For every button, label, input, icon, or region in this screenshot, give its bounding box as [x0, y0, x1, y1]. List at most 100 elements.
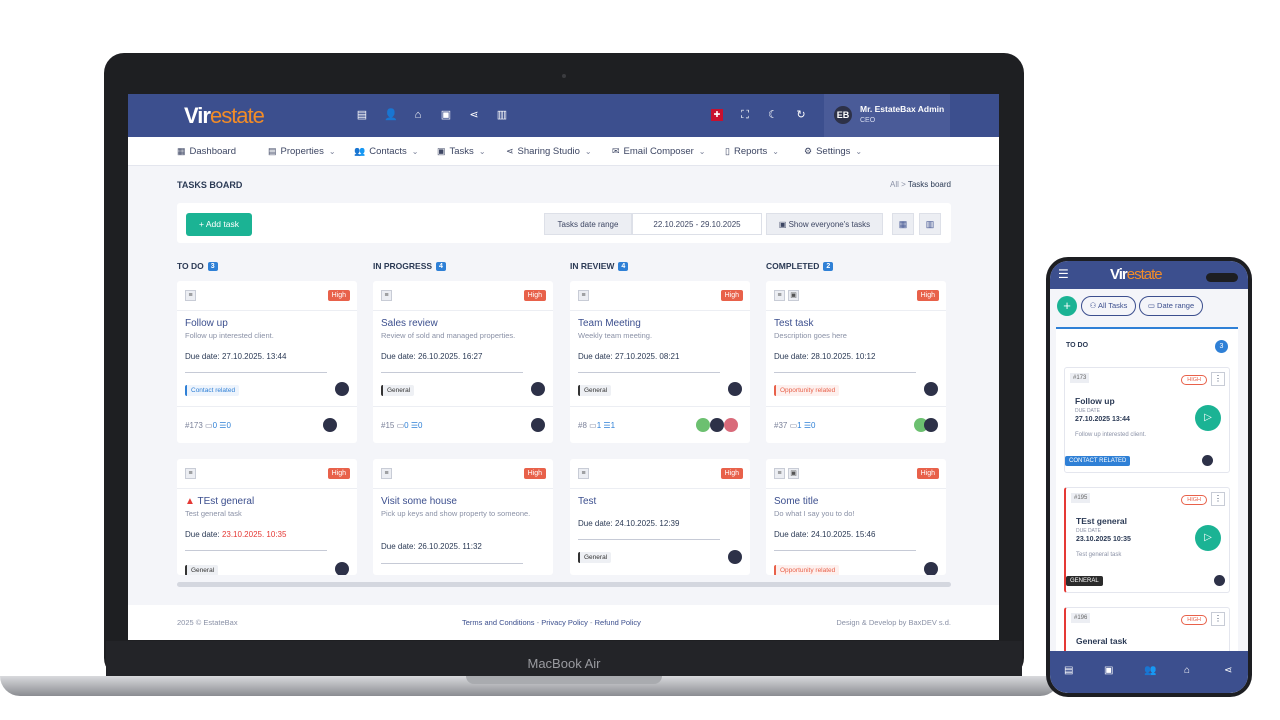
date-range-input[interactable]: 22.10.2025 - 29.10.2025 — [632, 213, 762, 235]
page-footer: 2025 © EstateBax Terms and Conditions - … — [128, 605, 999, 640]
phone-task-card[interactable]: #173 HIGH ⋮ Follow up DUE DATE 27.10.202… — [1064, 367, 1230, 473]
menu-tasks[interactable]: ▣ Tasks ⌄ — [437, 146, 486, 157]
list-icon: ☰ — [603, 421, 611, 430]
board-icon[interactable]: ▥ — [496, 109, 508, 121]
phone-logo[interactable]: Virestate — [1110, 266, 1163, 283]
warning-icon: ▲ — [185, 496, 198, 507]
top-header: Virestate ▤ 👤 ⌂ ▣ ⋖ ▥ ✚ ⛶ ☾ ↻ EB Mr. Est… — [128, 94, 999, 137]
menu-properties[interactable]: ▤ Properties ⌄ — [268, 146, 336, 157]
member-avatar[interactable] — [531, 418, 545, 432]
laptop-label: MacBook Air — [527, 656, 601, 671]
hamburger-icon[interactable]: ☰ — [1058, 267, 1069, 281]
home-icon[interactable]: ⌂ — [412, 109, 424, 121]
show-everyone-button[interactable]: ▣ Show everyone's tasks — [766, 213, 883, 235]
more-icon[interactable]: ⋮ — [1211, 492, 1225, 506]
properties-icon[interactable]: ▤ — [1064, 665, 1073, 676]
task-due: Due date: 26.10.2025. 11:32 — [381, 542, 482, 551]
breadcrumb: All > Tasks board — [889, 180, 951, 189]
terms-link[interactable]: Terms and Conditions — [462, 618, 535, 627]
priority-badge: High — [523, 290, 546, 301]
phone-date-range-button[interactable]: ▭ Date range — [1139, 296, 1203, 316]
task-card[interactable]: ≡ High ▲ TEst general Test general task … — [177, 459, 357, 575]
phone-task-card[interactable]: #195 HIGH ⋮ TEst general DUE DATE 23.10.… — [1064, 487, 1230, 593]
menu-settings[interactable]: ⚙ Settings ⌄ — [804, 146, 862, 157]
privacy-link[interactable]: Privacy Policy — [541, 618, 588, 627]
laptop-notch — [466, 676, 662, 684]
gear-icon: ⚙ — [804, 146, 813, 156]
assignee-avatar[interactable] — [335, 382, 349, 396]
moon-icon[interactable]: ☾ — [767, 109, 779, 121]
menu-sharing-studio[interactable]: ⋖ Sharing Studio ⌄ — [506, 146, 592, 157]
menu-email-composer[interactable]: ✉ Email Composer ⌄ — [612, 146, 705, 157]
refund-link[interactable]: Refund Policy — [595, 618, 641, 627]
more-icon[interactable]: ⋮ — [1211, 372, 1225, 386]
menu-reports[interactable]: ▯ Reports ⌄ — [725, 146, 779, 157]
credit: Design & Develop by BaxDEV s.d. — [836, 618, 951, 627]
phone-task-title: TEst general — [1076, 516, 1128, 526]
home-icon[interactable]: ⌂ — [1184, 665, 1190, 676]
assignee-avatar[interactable] — [531, 382, 545, 396]
member-avatar[interactable] — [696, 418, 710, 432]
assignee-avatar[interactable] — [924, 562, 938, 575]
footer-links: Terms and Conditions - Privacy Policy - … — [462, 618, 641, 627]
assignee-avatar[interactable] — [1214, 575, 1225, 586]
assignee-avatar[interactable] — [335, 562, 349, 575]
comments-icon: ▭ — [589, 421, 597, 430]
task-card[interactable]: ≡ High Visit some house Pick up keys and… — [373, 459, 553, 575]
search-doc-icon[interactable]: ▣ — [440, 109, 452, 121]
task-card[interactable]: ≡ High Follow up Follow up interested cl… — [177, 281, 357, 443]
search-doc-icon[interactable]: ▣ — [1104, 665, 1113, 676]
assignee-avatar[interactable] — [1202, 455, 1213, 466]
priority-badge: High — [327, 468, 350, 479]
add-task-button[interactable]: + Add task — [186, 213, 252, 236]
task-title[interactable]: Visit some house — [381, 496, 457, 507]
task-card[interactable]: ≡ ▣ High Test task Description goes here … — [766, 281, 946, 443]
task-title[interactable]: Team Meeting — [578, 318, 641, 329]
phone-all-tasks-button[interactable]: ⚇ All Tasks — [1081, 296, 1136, 316]
properties-icon[interactable]: ▤ — [356, 109, 368, 121]
board-view-button[interactable]: ▥ — [919, 213, 941, 235]
task-card[interactable]: ≡ High Test Due date: 24.10.2025. 12:39 … — [570, 459, 750, 575]
contacts-icon[interactable]: 👥 — [1144, 665, 1156, 676]
task-title[interactable]: ▲ TEst general — [185, 496, 254, 507]
play-button[interactable]: ▷ — [1195, 405, 1221, 431]
breadcrumb-root[interactable]: All — [890, 180, 899, 189]
member-avatar[interactable] — [323, 418, 337, 432]
menu-dashboard[interactable]: ▦ Dashboard — [177, 146, 236, 157]
task-title[interactable]: Test task — [774, 318, 813, 329]
fullscreen-icon[interactable]: ⛶ — [739, 109, 751, 121]
board-scrollbar[interactable] — [177, 582, 951, 587]
task-description: Description goes here — [774, 331, 847, 340]
menu-contacts[interactable]: 👥 Contacts ⌄ — [354, 146, 418, 157]
task-title[interactable]: Some title — [774, 496, 818, 507]
properties-icon: ▤ — [268, 146, 277, 156]
task-card[interactable]: ≡ High Sales review Review of sold and m… — [373, 281, 553, 443]
assignee-avatar[interactable] — [728, 550, 742, 564]
phone-task-title: Follow up — [1075, 396, 1115, 406]
phone-add-button[interactable]: + — [1057, 296, 1077, 316]
task-title[interactable]: Sales review — [381, 318, 438, 329]
calendar-view-button[interactable]: ▦ — [892, 213, 914, 235]
refresh-icon[interactable]: ↻ — [795, 109, 807, 121]
user-menu[interactable]: EB Mr. EstateBax Admin CEO — [824, 94, 950, 137]
task-card[interactable]: ≡ ▣ High Some title Do what I say you to … — [766, 459, 946, 575]
app-logo[interactable]: Virestate — [184, 103, 265, 129]
dashboard-icon: ▦ — [177, 146, 186, 156]
uk-flag-icon[interactable]: ✚ — [711, 109, 723, 121]
task-title[interactable]: Follow up — [185, 318, 228, 329]
description-icon: ≡ — [381, 290, 392, 301]
member-avatar[interactable] — [724, 418, 738, 432]
share-icon[interactable]: ⋖ — [1224, 665, 1232, 676]
phone-column: TO DO 3 #173 HIGH ⋮ Follow up DUE DATE 2… — [1056, 327, 1238, 693]
share-icon[interactable]: ⋖ — [468, 109, 480, 121]
contacts-icon[interactable]: 👤 — [384, 109, 398, 121]
assignee-avatar[interactable] — [924, 382, 938, 396]
task-title[interactable]: Test — [578, 496, 596, 507]
task-card[interactable]: ≡ High Team Meeting Weekly team meeting.… — [570, 281, 750, 443]
chevron-down-icon: ⌄ — [772, 147, 779, 156]
more-icon[interactable]: ⋮ — [1211, 612, 1225, 626]
play-button[interactable]: ▷ — [1195, 525, 1221, 551]
member-avatar[interactable] — [710, 418, 724, 432]
assignee-avatar[interactable] — [728, 382, 742, 396]
member-avatar[interactable] — [924, 418, 938, 432]
